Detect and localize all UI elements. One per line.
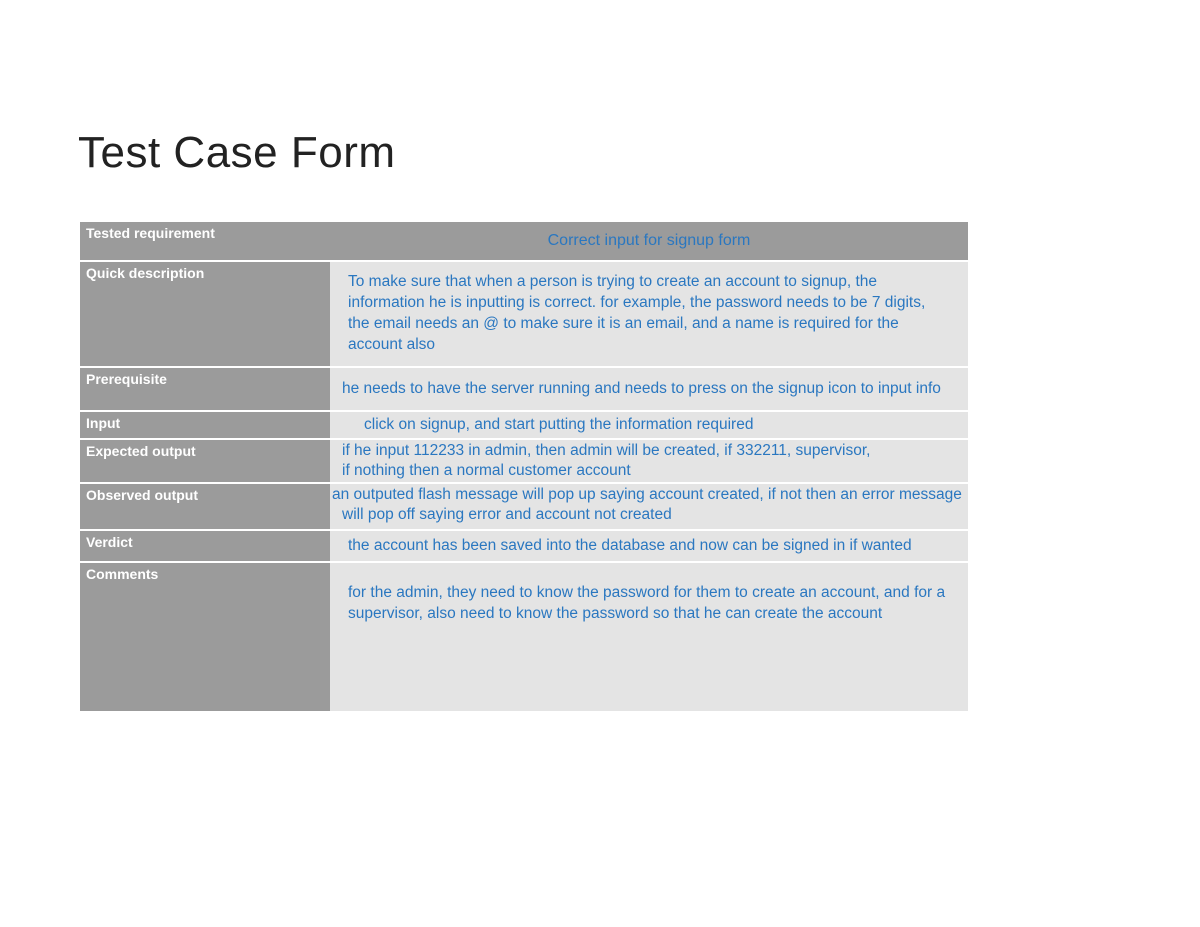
- row-prerequisite: Prerequisite he needs to have the server…: [80, 367, 968, 411]
- label-quick-description: Quick description: [80, 261, 330, 367]
- row-verdict: Verdict the account has been saved into …: [80, 530, 968, 562]
- expected-output-line2: if nothing then a normal customer accoun…: [342, 461, 956, 481]
- label-input: Input: [80, 411, 330, 439]
- row-observed-output: Observed output an outputed flash messag…: [80, 483, 968, 530]
- observed-output-line2: will pop off saying error and account no…: [342, 505, 956, 525]
- expected-output-line1: if he input 112233 in admin, then admin …: [342, 441, 956, 461]
- page-title: Test Case Form: [78, 128, 396, 178]
- label-comments: Comments: [80, 562, 330, 712]
- row-input: Input click on signup, and start putting…: [80, 411, 968, 439]
- label-tested-requirement: Tested requirement: [80, 222, 330, 261]
- value-comments: for the admin, they need to know the pas…: [330, 562, 968, 712]
- observed-output-line1: an outputed flash message will pop up sa…: [332, 485, 966, 505]
- value-tested-requirement: Correct input for signup form: [330, 222, 968, 261]
- row-quick-description: Quick description To make sure that when…: [80, 261, 968, 367]
- row-tested-requirement: Tested requirement Correct input for sig…: [80, 222, 968, 261]
- value-expected-output: if he input 112233 in admin, then admin …: [330, 439, 968, 483]
- label-observed-output: Observed output: [80, 483, 330, 530]
- row-comments: Comments for the admin, they need to kno…: [80, 562, 968, 712]
- value-quick-description: To make sure that when a person is tryin…: [330, 261, 968, 367]
- value-input: click on signup, and start putting the i…: [330, 411, 968, 439]
- value-input-text: click on signup, and start putting the i…: [342, 416, 956, 434]
- test-case-form-table: Tested requirement Correct input for sig…: [80, 222, 968, 713]
- label-prerequisite: Prerequisite: [80, 367, 330, 411]
- row-expected-output: Expected output if he input 112233 in ad…: [80, 439, 968, 483]
- value-prerequisite: he needs to have the server running and …: [330, 367, 968, 411]
- label-expected-output: Expected output: [80, 439, 330, 483]
- label-verdict: Verdict: [80, 530, 330, 562]
- value-verdict: the account has been saved into the data…: [330, 530, 968, 562]
- value-observed-output: an outputed flash message will pop up sa…: [330, 483, 968, 530]
